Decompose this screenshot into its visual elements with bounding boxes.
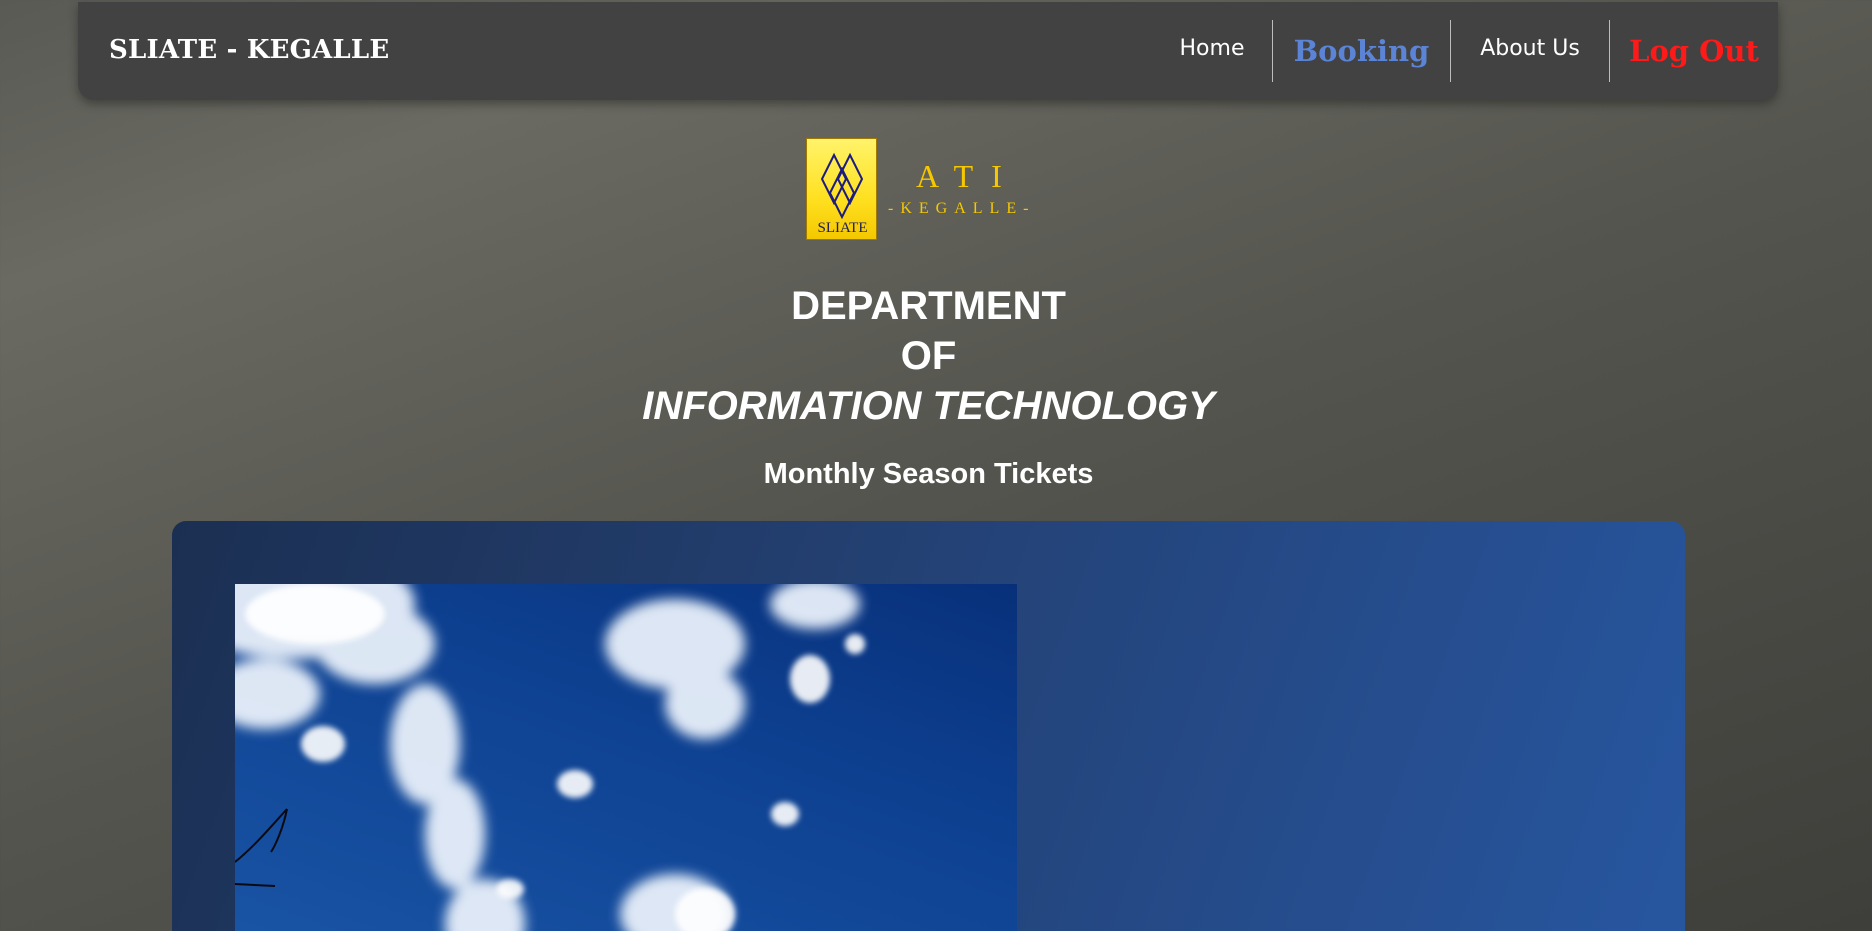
page-subtitle: Monthly Season Tickets bbox=[763, 458, 1094, 490]
cloud-sky-image bbox=[235, 584, 865, 931]
sliate-emblem-box: SLIATE bbox=[806, 138, 877, 240]
nav-link-booking[interactable]: Booking bbox=[1273, 2, 1450, 100]
nav-links: Home Booking About Us Log Out bbox=[1152, 2, 1778, 100]
logo-title: ATI bbox=[916, 158, 1020, 194]
top-navbar: SLIATE - KEGALLE Home Booking About Us L… bbox=[78, 2, 1778, 100]
logo-subtitle: -KEGALLE- bbox=[888, 200, 1036, 217]
logo-box-label: SLIATE bbox=[817, 220, 868, 236]
heading-information-technology: INFORMATION TECHNOLOGY bbox=[642, 384, 1215, 428]
heading-of: OF bbox=[900, 334, 957, 378]
nav-link-home[interactable]: Home bbox=[1152, 0, 1272, 97]
ati-kegalle-logo: SLIATE ATI -KEGALLE- bbox=[806, 138, 1046, 243]
nav-link-about-us[interactable]: About Us bbox=[1451, 0, 1609, 97]
nav-link-log-out[interactable]: Log Out bbox=[1610, 2, 1778, 100]
interlocking-diamonds-emblem-icon bbox=[820, 152, 864, 220]
sky-photo bbox=[235, 584, 1017, 931]
site-brand[interactable]: SLIATE - KEGALLE bbox=[109, 35, 389, 65]
ticket-panel bbox=[172, 521, 1685, 931]
heading-department: DEPARTMENT bbox=[791, 284, 1066, 328]
